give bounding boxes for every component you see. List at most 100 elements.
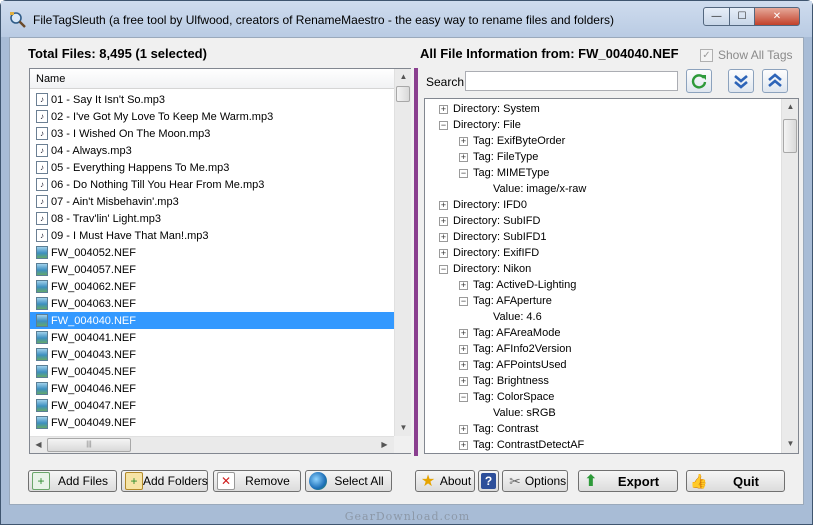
collapse-icon[interactable]: −	[459, 296, 468, 306]
minimize-button[interactable]: —	[703, 7, 730, 26]
collapse-icon[interactable]: −	[439, 120, 448, 130]
file-list[interactable]: Name ♪ 01 - Say It Isn't So.mp3 ♪ 02 - I've…	[29, 68, 411, 454]
file-row[interactable]: FW_004047.NEF	[30, 397, 394, 414]
show-all-tags-checkbox[interactable]: ✓ Show All Tags	[700, 48, 793, 62]
scroll-down-icon[interactable]: ▼	[396, 420, 411, 436]
tree-node[interactable]: + Tag: ExifByteOrder	[459, 133, 565, 149]
file-row[interactable]: ♪ 01 - Say It Isn't So.mp3	[30, 91, 394, 108]
add-files-button[interactable]: + Add Files	[28, 470, 117, 492]
maximize-button[interactable]: ☐	[729, 7, 755, 26]
about-button[interactable]: ★ About	[415, 470, 475, 492]
expand-all-button[interactable]	[728, 69, 754, 93]
file-row[interactable]: FW_004040.NEF	[30, 312, 394, 329]
tree-node-label: Tag: FileType	[473, 151, 539, 163]
tree-node[interactable]: + Tag: AFInfo2Version	[459, 341, 571, 357]
search-input[interactable]	[465, 71, 678, 91]
expand-icon[interactable]: +	[459, 424, 468, 434]
file-name: 04 - Always.mp3	[51, 144, 132, 157]
tree-scroll-down-icon[interactable]: ▼	[783, 436, 798, 452]
tree-vertical-scrollbar[interactable]: ▲ ▼	[781, 99, 798, 453]
tree-node[interactable]: − Directory: File	[439, 117, 521, 133]
export-button[interactable]: ⬆ Export	[578, 470, 678, 492]
file-row[interactable]: FW_004041.NEF	[30, 329, 394, 346]
remove-button[interactable]: ✕ Remove	[213, 470, 301, 492]
tree-node[interactable]: + Directory: SubIFD	[439, 213, 540, 229]
tree-node[interactable]: Value: 4.6	[479, 309, 542, 325]
tree-node[interactable]: − Tag: MIMEType	[459, 165, 549, 181]
file-row[interactable]: FW_004063.NEF	[30, 295, 394, 312]
panel-splitter[interactable]	[414, 68, 418, 456]
tree-node[interactable]: + Tag: AFAreaMode	[459, 325, 560, 341]
tree-node[interactable]: − Tag: ColorSpace	[459, 389, 554, 405]
file-row[interactable]: ♪ 05 - Everything Happens To Me.mp3	[30, 159, 394, 176]
collapse-icon[interactable]: −	[459, 392, 468, 402]
select-all-button[interactable]: Select All	[305, 470, 392, 492]
tree-node[interactable]: + Tag: ActiveD-Lighting	[459, 277, 576, 293]
horizontal-scroll-thumb[interactable]: |||	[47, 438, 131, 452]
expand-icon[interactable]: +	[439, 216, 448, 226]
expand-icon[interactable]: +	[439, 104, 448, 114]
search-label: Search	[426, 75, 465, 89]
scroll-thumb[interactable]	[396, 86, 410, 102]
collapse-icon[interactable]: −	[439, 264, 448, 274]
refresh-button[interactable]	[686, 69, 712, 93]
file-row[interactable]: FW_004045.NEF	[30, 363, 394, 380]
file-row[interactable]: ♪ 04 - Always.mp3	[30, 142, 394, 159]
file-row[interactable]: FW_004046.NEF	[30, 380, 394, 397]
close-button[interactable]: ✕	[754, 7, 800, 26]
expand-icon[interactable]: +	[439, 200, 448, 210]
file-row[interactable]: FW_004057.NEF	[30, 261, 394, 278]
tree-node[interactable]: − Tag: AFAperture	[459, 293, 552, 309]
expand-icon[interactable]: +	[459, 136, 468, 146]
file-row[interactable]: ♪ 08 - Trav'lin' Light.mp3	[30, 210, 394, 227]
tree-node[interactable]: − Directory: Nikon	[439, 261, 531, 277]
expand-icon[interactable]: +	[459, 376, 468, 386]
file-row[interactable]: FW_004043.NEF	[30, 346, 394, 363]
quit-button[interactable]: 👍 Quit	[686, 470, 785, 492]
tree-scroll-up-icon[interactable]: ▲	[783, 99, 798, 115]
file-row[interactable]: ♪ 03 - I Wished On The Moon.mp3	[30, 125, 394, 142]
tree-node[interactable]: + Directory: System	[439, 101, 540, 117]
tree-node[interactable]: Value: sRGB	[479, 405, 556, 421]
file-row[interactable]: ♪ 07 - Ain't Misbehavin'.mp3	[30, 193, 394, 210]
file-row[interactable]: FW_004049.NEF	[30, 414, 394, 431]
column-header-name[interactable]: Name	[30, 69, 394, 89]
tree-node[interactable]: + Tag: ContrastDetectAF	[459, 437, 584, 453]
tag-tree[interactable]: + Directory: System − Directory: File + Tag: …	[424, 98, 799, 454]
image-file-icon	[36, 416, 48, 429]
scroll-left-icon[interactable]: ◀	[31, 437, 46, 453]
collapse-icon[interactable]: −	[459, 168, 468, 178]
file-row[interactable]: ♪ 09 - I Must Have That Man!.mp3	[30, 227, 394, 244]
tree-node[interactable]: Value: image/x-raw	[479, 181, 586, 197]
file-row[interactable]: ♪ 06 - Do Nothing Till You Hear From Me.m…	[30, 176, 394, 193]
expand-icon[interactable]: +	[459, 360, 468, 370]
file-row[interactable]: FW_004052.NEF	[30, 244, 394, 261]
file-row[interactable]: ♪ 02 - I've Got My Love To Keep Me Warm.m…	[30, 108, 394, 125]
tree-node-label: Tag: ContrastDetectAF	[473, 439, 585, 451]
tree-node[interactable]: + Tag: Brightness	[459, 373, 549, 389]
file-list-horizontal-scrollbar[interactable]: ◀ ||| ▶	[30, 436, 394, 453]
tree-node[interactable]: + Directory: ExifIFD	[439, 245, 539, 261]
expand-icon[interactable]: +	[459, 440, 468, 450]
tree-node[interactable]: + Tag: AFPointsUsed	[459, 357, 567, 373]
add-folders-button[interactable]: + Add Folders	[121, 470, 208, 492]
scroll-up-icon[interactable]: ▲	[396, 69, 411, 85]
expand-icon[interactable]: +	[459, 152, 468, 162]
expand-icon[interactable]: +	[459, 280, 468, 290]
collapse-all-button[interactable]	[762, 69, 788, 93]
options-button[interactable]: ✂ Options	[502, 470, 568, 492]
tree-scroll-thumb[interactable]	[783, 119, 797, 153]
title-bar[interactable]: FileTagSleuth (a free tool by Ulfwood, c…	[1, 1, 812, 37]
file-row[interactable]: FW_004062.NEF	[30, 278, 394, 295]
tree-node[interactable]: + Directory: IFD0	[439, 197, 527, 213]
expand-icon[interactable]: +	[439, 248, 448, 258]
expand-icon[interactable]: +	[459, 344, 468, 354]
tree-node[interactable]: + Directory: SubIFD1	[439, 229, 547, 245]
expand-icon[interactable]: +	[459, 328, 468, 338]
file-list-vertical-scrollbar[interactable]: ▲ ▼	[394, 69, 411, 437]
expand-icon[interactable]: +	[439, 232, 448, 242]
scroll-right-icon[interactable]: ▶	[377, 437, 392, 453]
help-button[interactable]: ?	[478, 470, 499, 492]
tree-node[interactable]: + Tag: FileType	[459, 149, 538, 165]
tree-node[interactable]: + Tag: Contrast	[459, 421, 538, 437]
